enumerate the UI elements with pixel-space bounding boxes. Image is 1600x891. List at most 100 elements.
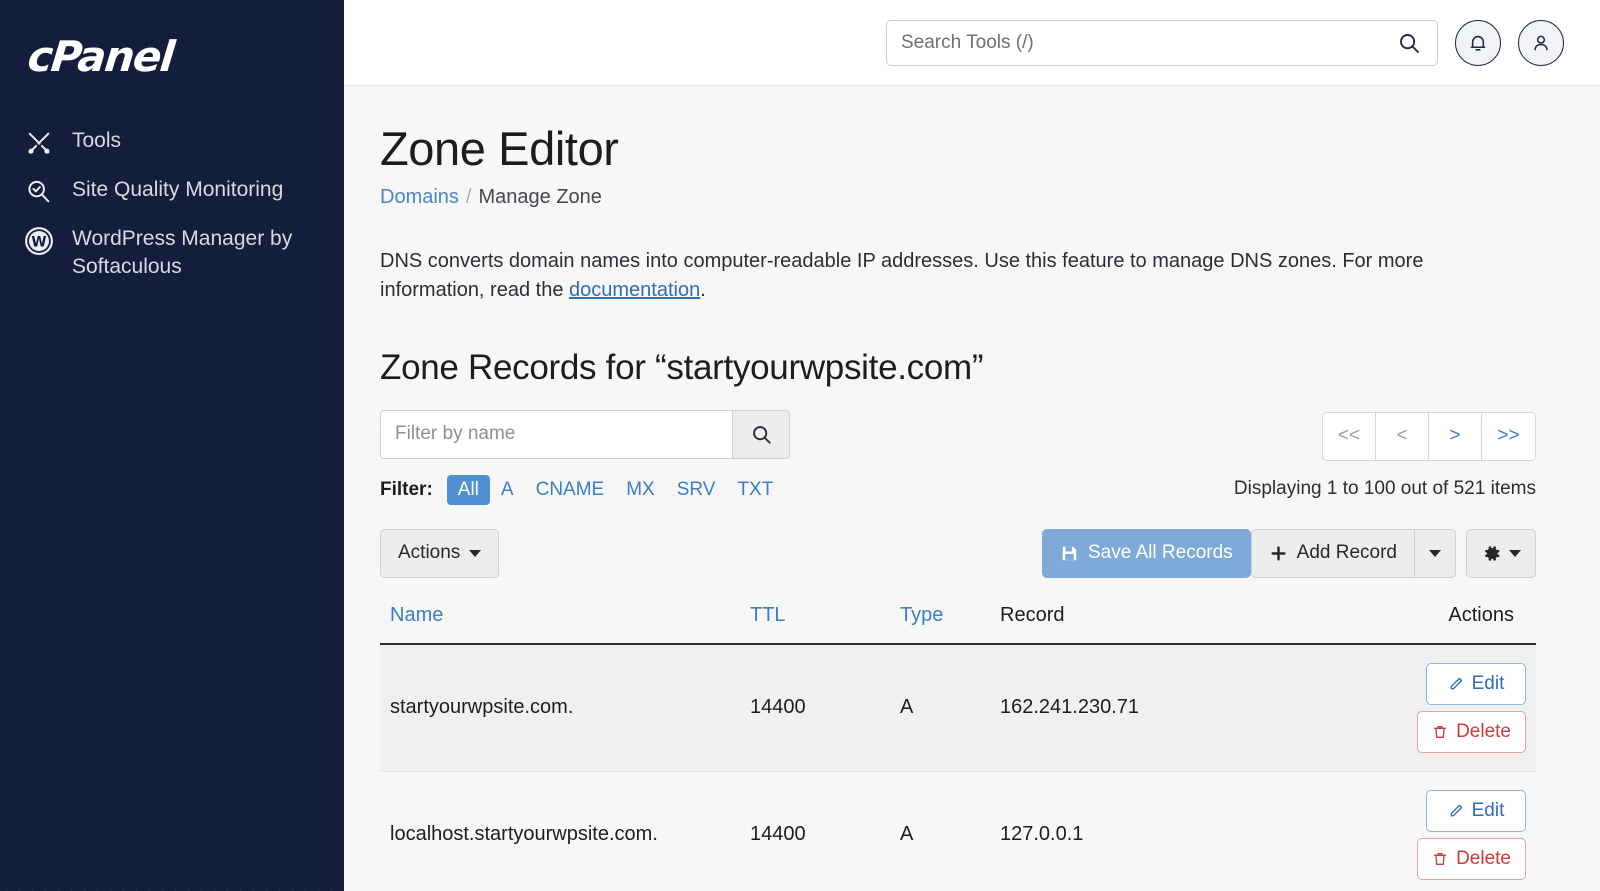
filter-type-list: Filter: All A CNAME MX SRV TXT: [380, 474, 800, 505]
svg-text:W: W: [31, 235, 46, 251]
edit-record-button[interactable]: Edit: [1426, 662, 1526, 705]
filter-type-all[interactable]: All: [446, 474, 490, 505]
site-quality-icon: [22, 177, 56, 207]
column-header-record: Record: [990, 603, 1292, 645]
user-icon: [1530, 32, 1552, 54]
search-icon: [750, 423, 773, 446]
cell-record: 162.241.230.71: [990, 643, 1292, 772]
add-record-label: Add Record: [1296, 542, 1397, 564]
sidebar-item-label: WordPress Manager by Softaculous: [72, 227, 293, 278]
content-area: Zone Editor Domains / Manage Zone DNS conv…: [344, 86, 1600, 891]
edit-record-button[interactable]: Edit: [1426, 789, 1526, 832]
search-icon: [1397, 31, 1421, 55]
cell-actions: Edit Delete: [1291, 771, 1536, 891]
trash-icon: [1432, 851, 1448, 867]
gear-icon: [1481, 543, 1502, 564]
filter-controls: Filter: All A CNAME MX SRV TXT: [380, 409, 800, 505]
table-head: Name TTL Type Record Actions: [380, 603, 1536, 645]
cell-type: A: [890, 643, 990, 772]
row-action-buttons: Edit Delete: [1302, 662, 1526, 753]
cell-type: A: [890, 771, 990, 891]
account-button[interactable]: [1518, 19, 1564, 66]
filter-type-cname[interactable]: CNAME: [525, 475, 616, 505]
cell-ttl: 14400: [740, 771, 890, 891]
filter-by-name-group: [380, 409, 790, 459]
add-record-group: Add Record: [1250, 528, 1456, 578]
bell-icon: [1467, 32, 1489, 54]
delete-record-button[interactable]: Delete: [1417, 710, 1526, 753]
cpanel-app: cPanel Tools Site Quality Monitoring W W…: [0, 0, 1600, 891]
cpanel-logo: cPanel: [25, 32, 176, 81]
notifications-button[interactable]: [1455, 19, 1501, 66]
save-icon: [1060, 544, 1079, 563]
cell-record: 127.0.0.1: [990, 771, 1292, 891]
wordpress-icon: W: [22, 226, 56, 256]
pagination-area: << < > >> Displaying 1 to 100 out of 521…: [1234, 410, 1536, 500]
filter-type-a[interactable]: A: [490, 475, 525, 505]
plus-icon: [1269, 544, 1288, 563]
zone-records-table: Name TTL Type Record Actions startyourwp…: [380, 603, 1536, 891]
action-bar: Actions Save All Records Add Record: [380, 528, 1536, 578]
delete-record-button[interactable]: Delete: [1417, 837, 1526, 880]
row-action-buttons: Edit Delete: [1302, 789, 1526, 880]
sidebar-item-label: Site Quality Monitoring: [72, 178, 284, 201]
global-search[interactable]: [886, 19, 1438, 66]
search-input[interactable]: [901, 31, 1397, 54]
trash-icon: [1432, 724, 1448, 740]
sidebar-item-wordpress-manager[interactable]: W WordPress Manager by Softaculous: [0, 216, 344, 289]
filter-type-mx[interactable]: MX: [615, 475, 666, 505]
breadcrumb: Domains / Manage Zone: [380, 186, 1536, 209]
sidebar-nav: Tools Site Quality Monitoring W WordPres…: [0, 96, 344, 289]
chevron-down-icon: [1429, 549, 1441, 557]
column-header-actions: Actions: [1291, 603, 1536, 645]
description-text-end: .: [700, 279, 706, 302]
page-title: Zone Editor: [380, 122, 619, 175]
pagination: << < > >>: [1322, 411, 1536, 461]
pagination-last-button[interactable]: >>: [1482, 412, 1535, 460]
chevron-down-icon: [469, 549, 482, 557]
filter-name-input[interactable]: [380, 409, 732, 459]
pencil-icon: [1448, 803, 1464, 819]
table-row: localhost.startyourwpsite.com. 14400 A 1…: [380, 771, 1536, 891]
zone-records-heading: Zone Records for “startyourwpsite.com”: [380, 347, 984, 387]
breadcrumb-current: Manage Zone: [478, 185, 602, 208]
filter-label: Filter:: [380, 478, 433, 500]
pagination-prev-button[interactable]: <: [1376, 412, 1429, 460]
breadcrumb-separator: /: [465, 185, 472, 208]
pagination-status: Displaying 1 to 100 out of 521 items: [1233, 477, 1536, 499]
table-body: startyourwpsite.com. 14400 A 162.241.230…: [380, 643, 1536, 891]
filter-type-txt[interactable]: TXT: [726, 475, 784, 505]
documentation-link[interactable]: documentation: [569, 279, 700, 301]
add-record-dropdown-button[interactable]: [1414, 528, 1456, 578]
cell-name: localhost.startyourwpsite.com.: [380, 771, 740, 891]
filter-type-srv[interactable]: SRV: [666, 475, 727, 505]
filter-search-button[interactable]: [732, 409, 790, 459]
delete-label: Delete: [1456, 720, 1511, 742]
cell-actions: Edit Delete: [1291, 643, 1536, 772]
chevron-down-icon: [1509, 549, 1521, 557]
pagination-next-button[interactable]: >: [1429, 412, 1482, 460]
sidebar-item-tools[interactable]: Tools: [0, 118, 344, 167]
column-header-name[interactable]: Name: [380, 603, 740, 645]
column-header-type[interactable]: Type: [890, 603, 990, 645]
save-all-records-button[interactable]: Save All Records: [1041, 528, 1251, 578]
tools-icon: [22, 128, 56, 158]
delete-label: Delete: [1456, 847, 1511, 869]
add-record-button[interactable]: Add Record: [1250, 528, 1415, 578]
actions-dropdown-label: Actions: [398, 542, 461, 564]
column-header-ttl[interactable]: TTL: [740, 603, 890, 645]
save-all-records-label: Save All Records: [1087, 542, 1233, 564]
pagination-first-button[interactable]: <<: [1323, 412, 1376, 460]
cell-ttl: 14400: [740, 643, 890, 772]
table-row: startyourwpsite.com. 14400 A 162.241.230…: [380, 643, 1536, 772]
breadcrumb-domains-link[interactable]: Domains: [380, 186, 459, 208]
cell-name: startyourwpsite.com.: [380, 643, 740, 772]
sidebar-item-site-quality-monitoring[interactable]: Site Quality Monitoring: [0, 167, 344, 216]
settings-dropdown-button[interactable]: [1466, 528, 1536, 578]
main-area: Zone Editor Domains / Manage Zone DNS conv…: [344, 0, 1600, 891]
table-header-row: Name TTL Type Record Actions: [380, 603, 1536, 645]
pencil-icon: [1448, 676, 1464, 692]
top-bar: [344, 0, 1600, 86]
actions-dropdown-button[interactable]: Actions: [380, 528, 500, 578]
brand[interactable]: cPanel: [0, 0, 344, 96]
